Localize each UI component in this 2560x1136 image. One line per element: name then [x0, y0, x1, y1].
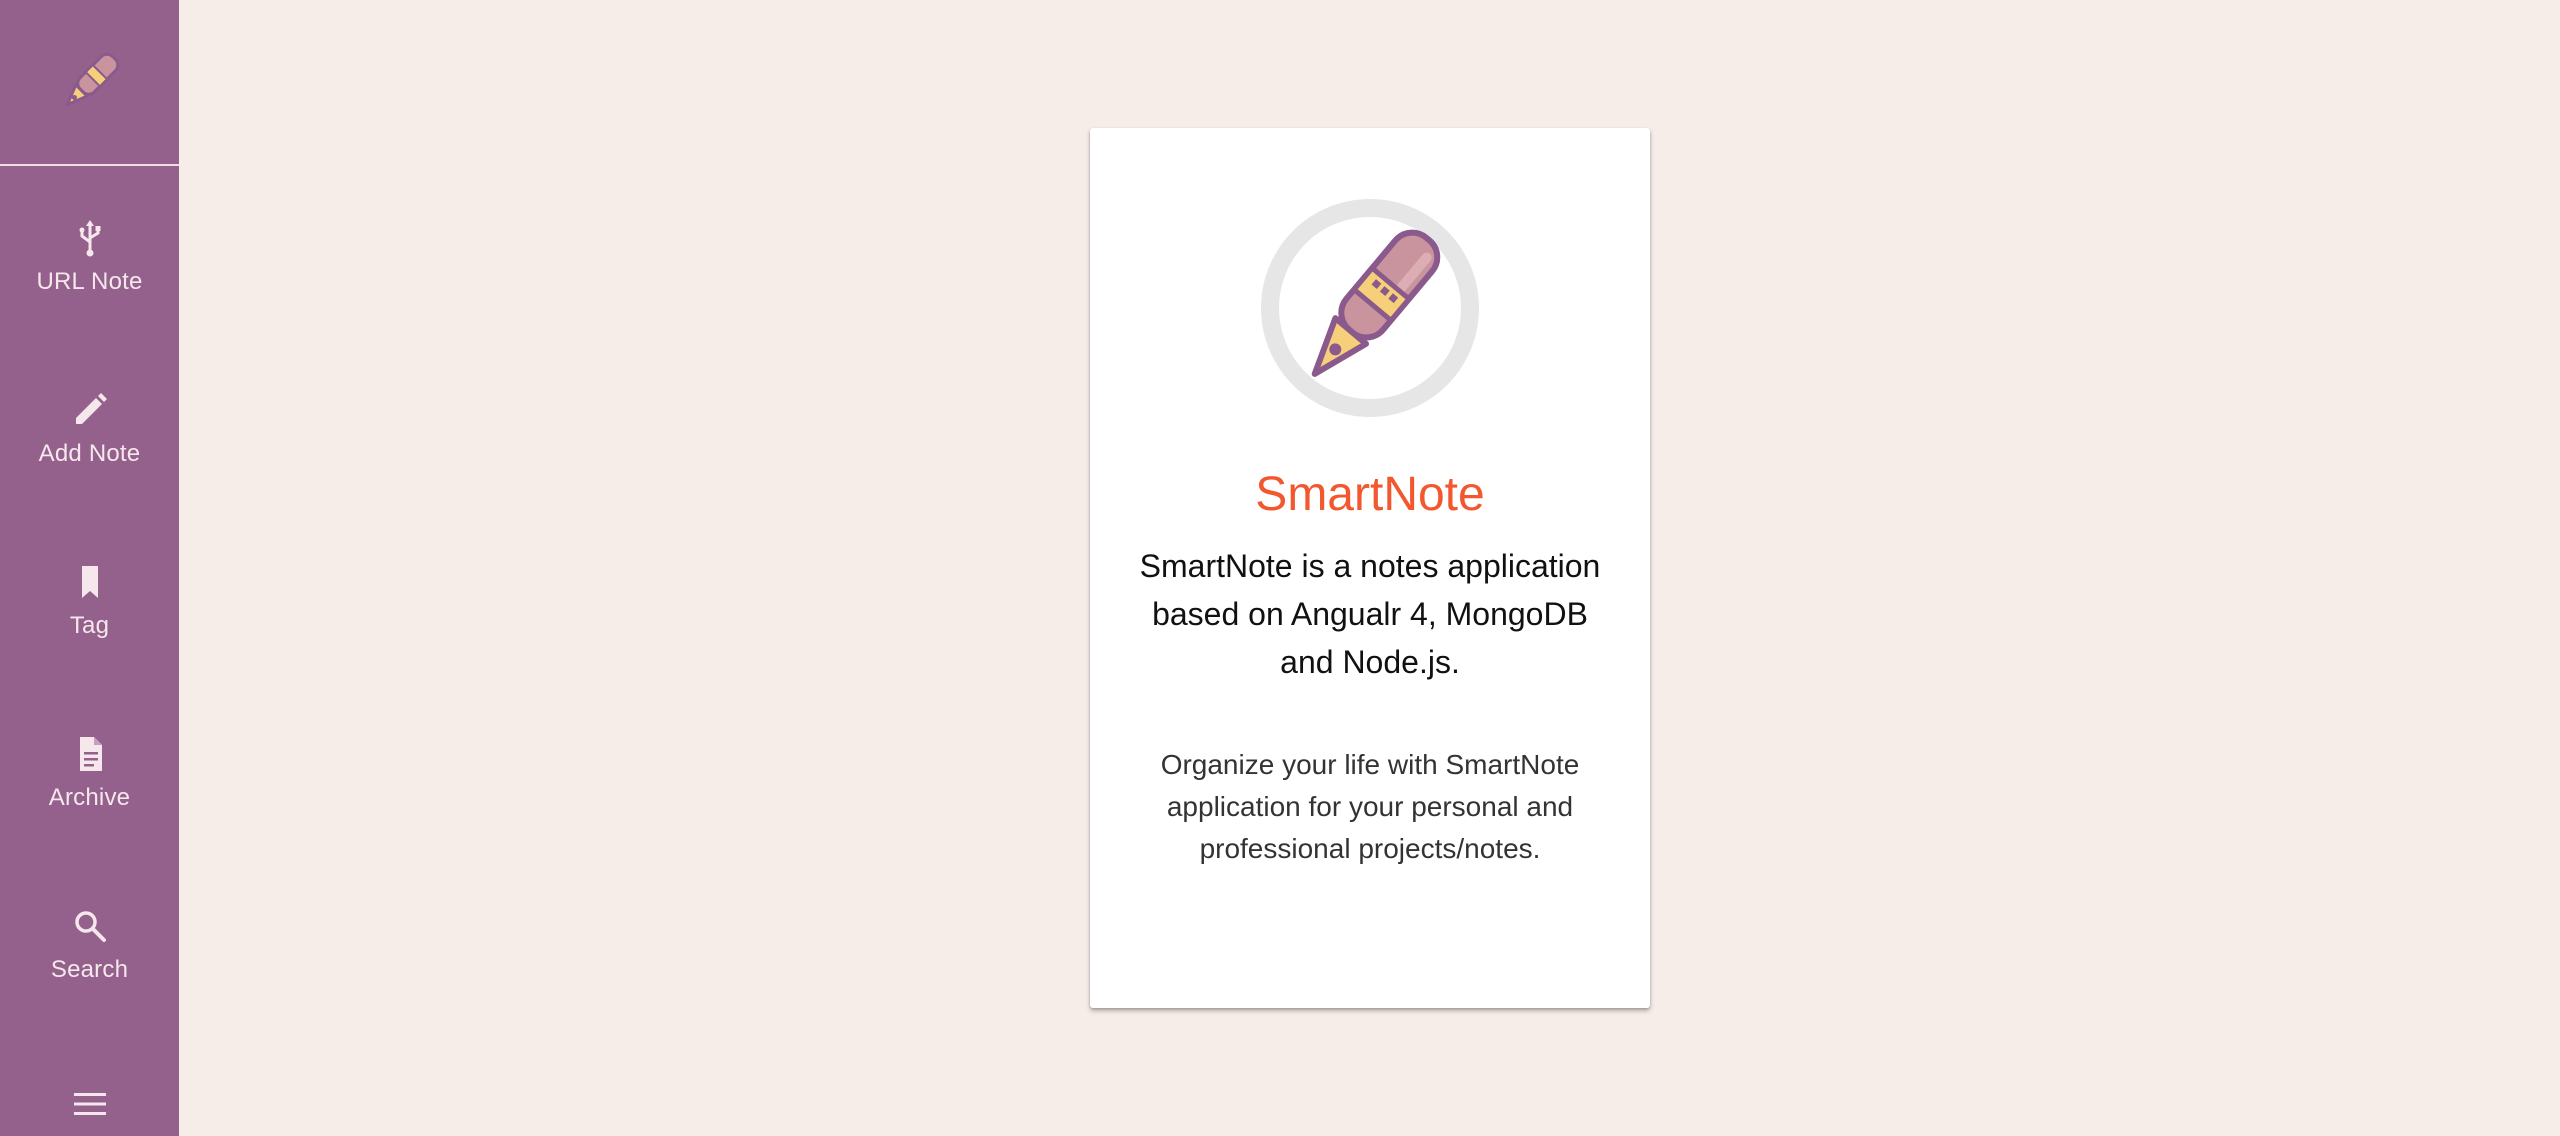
pen-logo-icon — [1261, 199, 1479, 417]
sidebar-item-archive[interactable]: Archive — [0, 686, 179, 858]
app-description: SmartNote is a notes application based o… — [1139, 548, 1601, 680]
menu-toggle-button[interactable] — [0, 1072, 179, 1136]
sidebar-item-search[interactable]: Search — [0, 858, 179, 1030]
sidebar-item-label: Search — [50, 956, 129, 983]
sidebar-item-label: Add Note — [38, 440, 141, 467]
app-logo-avatar — [1260, 198, 1480, 418]
pen-logo-icon — [65, 52, 119, 107]
search-icon — [68, 904, 112, 948]
hamburger-menu-icon — [73, 1093, 106, 1115]
usb-icon — [68, 216, 112, 260]
pencil-icon — [68, 388, 112, 432]
bookmark-icon — [68, 560, 112, 604]
app-title: SmartNote — [1255, 468, 1485, 521]
document-icon — [68, 732, 112, 776]
sidebar: URL Note Add Note Tag Archive Search — [0, 0, 179, 1136]
sidebar-item-label: Archive — [48, 784, 131, 811]
about-card: SmartNote SmartNote is a notes applicati… — [1090, 128, 1650, 1008]
sidebar-logo[interactable] — [0, 0, 179, 166]
sidebar-item-url-note[interactable]: URL Note — [0, 170, 179, 342]
sidebar-item-label: Tag — [69, 612, 110, 639]
sidebar-item-tag[interactable]: Tag — [0, 514, 179, 686]
sidebar-item-add-note[interactable]: Add Note — [0, 342, 179, 514]
app-tagline: Organize your life with SmartNote applic… — [1160, 749, 1580, 864]
sidebar-item-label: URL Note — [36, 268, 143, 295]
